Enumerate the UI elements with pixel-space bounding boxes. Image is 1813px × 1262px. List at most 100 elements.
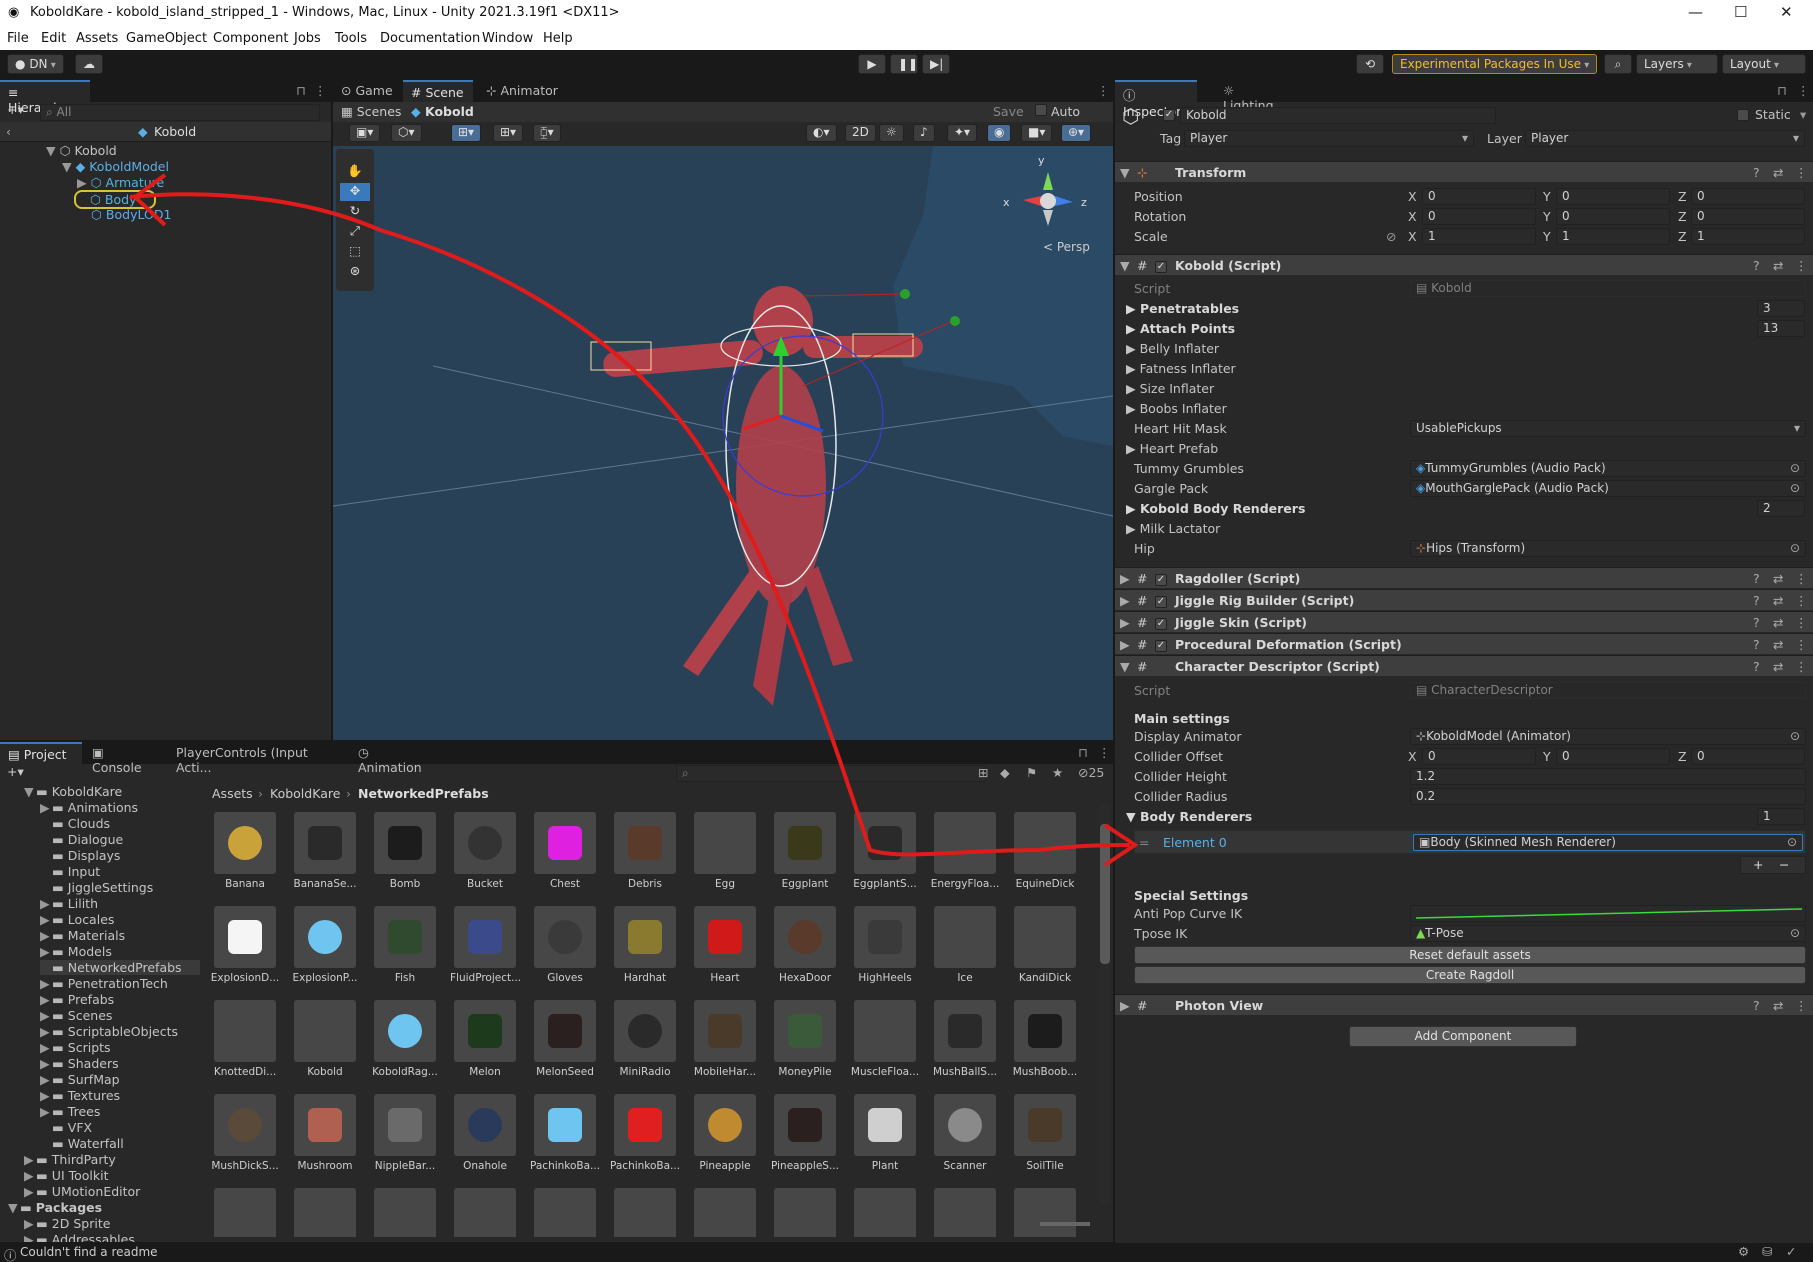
display-animator-field[interactable]: ⊹KoboldModel (Animator) ⊙ <box>1410 728 1806 745</box>
create-ragdoll-button[interactable]: Create Ragdoll <box>1134 966 1806 984</box>
asset-item[interactable]: Chest <box>530 812 600 890</box>
tab-animator[interactable]: ⊹ Animator <box>478 80 568 102</box>
asset-item[interactable]: EnergyFloa... <box>930 812 1000 890</box>
rotation-z-field[interactable]: 0 <box>1691 208 1805 225</box>
kobold-script-header[interactable]: ▼ # ✓ Kobold (Script) ? ⇄ ⋮ <box>1115 254 1813 275</box>
breadcrumb-networkedprefabs[interactable]: NetworkedPrefabs <box>358 786 489 801</box>
more-icon[interactable]: ⋮ <box>1795 571 1808 586</box>
belly-inflater-foldout[interactable]: ▶ Belly Inflater <box>1126 341 1219 356</box>
grid-snap-dropdown[interactable]: ⊞▾ <box>493 124 524 142</box>
collider-offset-x[interactable]: 0 <box>1422 748 1536 765</box>
hand-tool-icon[interactable]: ✋ <box>340 163 370 181</box>
kobold-body-renderers-count[interactable]: 2 <box>1757 500 1805 517</box>
hierarchy-search-input[interactable]: ⌕ All <box>40 104 320 121</box>
asset-item[interactable] <box>930 1188 1000 1237</box>
render-dropdown[interactable]: ⬡▾ <box>391 124 422 142</box>
folder-item[interactable]: ▬ NetworkedPrefabs <box>40 960 200 975</box>
help-icon[interactable]: ? <box>1753 593 1760 608</box>
object-picker-icon[interactable]: ⊙ <box>1787 835 1797 850</box>
folder-item[interactable]: ▶ ▬ UMotionEditor <box>24 1184 140 1199</box>
milk-lactator-foldout[interactable]: ▶ Milk Lactator <box>1126 521 1220 536</box>
asset-item[interactable] <box>290 1188 360 1237</box>
menu-assets[interactable]: Assets <box>76 31 118 46</box>
asset-item[interactable]: MushBallS... <box>930 1000 1000 1078</box>
jiggle-skin-header[interactable]: ▶ # ✓ Jiggle Skin (Script) ? ⇄ ⋮ <box>1115 611 1813 632</box>
asset-scrollbar-thumb[interactable] <box>1100 824 1110 964</box>
auto-save-checkbox[interactable] <box>1035 104 1047 116</box>
folder-item[interactable]: ▼ ▬ Packages <box>8 1200 102 1215</box>
presets-icon[interactable]: ⇄ <box>1773 615 1783 630</box>
object-picker-icon[interactable]: ⊙ <box>1790 481 1800 496</box>
gargle-pack-field[interactable]: ◈MouthGarglePack (Audio Pack) ⊙ <box>1410 480 1806 497</box>
presets-icon[interactable]: ⇄ <box>1773 571 1783 586</box>
asset-item[interactable]: Plant <box>850 1094 920 1172</box>
penetratables-foldout[interactable]: ▶ Penetratables <box>1126 301 1239 316</box>
scene-viewport[interactable]: ✋ ✥ ↻ ⤢ ⬚ ⊛ y x z < Persp <box>333 146 1113 740</box>
collider-height-field[interactable]: 1.2 <box>1410 768 1806 785</box>
tree-item-koboldmodel[interactable]: ▼ ◆ KoboldModel <box>62 159 169 174</box>
asset-scrollbar[interactable] <box>1100 804 1110 1204</box>
menu-window[interactable]: Window <box>482 31 533 46</box>
folder-item[interactable]: ▶ ▬ Scripts <box>40 1040 111 1055</box>
account-dropdown[interactable]: ● DN <box>7 54 64 74</box>
asset-item[interactable]: BananaSe... <box>290 812 360 890</box>
favorite-icon[interactable]: ★ <box>1052 765 1063 780</box>
help-icon[interactable]: ? <box>1753 571 1760 586</box>
search-button[interactable]: ⌕ <box>1604 54 1632 74</box>
tab-project[interactable]: ▤ Project <box>0 742 82 764</box>
step-button[interactable]: ▶| <box>922 54 950 74</box>
folder-item[interactable]: ▶ ▬ ThirdParty <box>24 1152 116 1167</box>
asset-item[interactable] <box>370 1188 440 1237</box>
asset-item[interactable]: ExplosionD... <box>210 906 280 984</box>
asset-item[interactable] <box>850 1188 920 1237</box>
body-renderers-count[interactable]: 1 <box>1757 808 1805 825</box>
help-icon[interactable]: ? <box>1753 258 1760 273</box>
maximize-button[interactable]: ☐ <box>1734 3 1747 21</box>
folder-item[interactable]: ▶ ▬ PenetrationTech <box>40 976 168 991</box>
asset-item[interactable]: Pineapple <box>690 1094 760 1172</box>
menu-component[interactable]: Component <box>213 31 288 46</box>
folder-item[interactable]: ▬ Waterfall <box>40 1136 124 1151</box>
asset-item[interactable]: Gloves <box>530 906 600 984</box>
tab-hierarchy[interactable]: ≡ Hierarchy <box>0 80 90 115</box>
menu-edit[interactable]: Edit <box>41 31 66 46</box>
rotation-x-field[interactable]: 0 <box>1422 208 1536 225</box>
layers-dropdown[interactable]: Layers <box>1636 54 1718 74</box>
project-search-input[interactable]: ⌕ <box>676 765 986 782</box>
more-icon[interactable]: ⋮ <box>1795 593 1808 608</box>
rotate-tool-icon[interactable]: ↻ <box>340 203 370 221</box>
lock-icon[interactable]: ⊓ <box>296 83 306 98</box>
tab-playercontrols[interactable]: PlayerControls (Input Acti... <box>168 742 348 775</box>
close-button[interactable]: ✕ <box>1780 3 1793 21</box>
more-icon[interactable]: ⋮ <box>1795 615 1808 630</box>
folder-item[interactable]: ▬ Displays <box>40 848 120 863</box>
tree-item-bodylod1[interactable]: ⬡ BodyLOD1 <box>91 207 171 222</box>
asset-item[interactable]: PachinkoBa... <box>610 1094 680 1172</box>
boobs-inflater-foldout[interactable]: ▶ Boobs Inflater <box>1126 401 1227 416</box>
presets-icon[interactable]: ⇄ <box>1773 659 1783 674</box>
orientation-gizmo[interactable]: y x z < Persp <box>1003 154 1103 254</box>
create-dropdown[interactable]: +▾ <box>7 102 24 117</box>
asset-item[interactable]: MobileHar... <box>690 1000 760 1078</box>
asset-item[interactable]: PachinkoBa... <box>530 1094 600 1172</box>
transform-header[interactable]: ▼ ⊹ Transform ? ⇄ ⋮ <box>1115 161 1813 182</box>
asset-item[interactable]: Heart <box>690 906 760 984</box>
menu-tools[interactable]: Tools <box>335 31 367 46</box>
scale-x-field[interactable]: 1 <box>1422 228 1536 245</box>
scale-z-field[interactable]: 1 <box>1691 228 1805 245</box>
add-component-button[interactable]: Add Component <box>1349 1026 1577 1047</box>
transform-tool-icon[interactable]: ⊛ <box>340 263 370 281</box>
menu-help[interactable]: Help <box>543 31 573 46</box>
asset-item[interactable] <box>610 1188 680 1237</box>
penetratables-count[interactable]: 3 <box>1757 300 1805 317</box>
kobold-body-renderers-foldout[interactable]: ▶ Kobold Body Renderers <box>1126 501 1305 516</box>
scale-y-field[interactable]: 1 <box>1556 228 1670 245</box>
check-icon[interactable]: ✓ <box>1786 1244 1796 1259</box>
asset-item[interactable]: Mushroom <box>290 1094 360 1172</box>
asset-item[interactable]: KnottedDi... <box>210 1000 280 1078</box>
minimize-button[interactable]: — <box>1688 3 1703 21</box>
object-picker-icon[interactable]: ⊙ <box>1790 461 1800 476</box>
asset-item[interactable]: EquineDick <box>1010 812 1080 890</box>
object-picker-icon[interactable]: ⊙ <box>1790 541 1800 556</box>
cache-icon[interactable]: ⛁ <box>1762 1244 1772 1259</box>
